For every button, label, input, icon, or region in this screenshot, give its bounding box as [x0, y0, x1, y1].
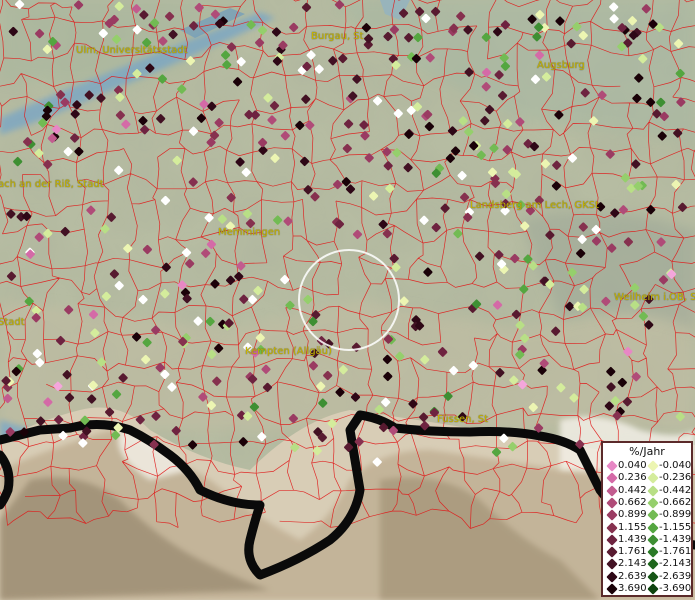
legend-value-positive: 0.442 — [618, 484, 647, 496]
legend-row: 0.442 -0.442 — [606, 484, 693, 497]
legend-swatch-positive — [606, 583, 618, 595]
legend-row: 0.236 -0.236 — [606, 472, 693, 484]
legend-value-negative: -0.040 — [659, 460, 692, 471]
legend-value-positive: 0.662 — [618, 496, 647, 508]
legend-swatch-positive — [606, 558, 618, 571]
legend-row: 2.639 -2.639 — [606, 570, 693, 583]
legend-value-positive: 2.143 — [618, 558, 647, 570]
legend-swatch-positive — [606, 472, 618, 484]
city-label: Landsberg am Lech, GKSt — [470, 200, 599, 211]
legend-value-positive: 1.761 — [618, 546, 647, 558]
legend-swatch-negative — [647, 509, 659, 521]
legend-value-negative: -1.761 — [659, 546, 692, 558]
legend-value-positive: 1.439 — [618, 533, 647, 545]
legend-swatch-negative — [647, 460, 659, 472]
legend-row: 0.899 -0.899 — [606, 509, 693, 521]
legend-value-positive: 0.899 — [618, 509, 647, 521]
legend-value-positive: 1.155 — [618, 521, 647, 533]
legend-swatch-positive — [606, 546, 618, 558]
city-label: Ulm, Universitätsstadt — [76, 45, 188, 56]
legend-value-positive: 3.690 — [618, 583, 647, 594]
legend-swatch-negative — [647, 558, 659, 571]
legend-swatch-positive — [606, 460, 618, 472]
city-label: Weilheim i.OB, St — [614, 292, 695, 303]
legend-value-positive: 0.236 — [618, 472, 647, 484]
legend-swatch-positive — [606, 509, 618, 521]
legend-swatch-negative — [647, 521, 659, 534]
legend: %/Jahr 0.040 -0.040 0.236 -0.236 0.442 -0.442… — [601, 441, 693, 597]
legend-swatch-negative — [647, 534, 659, 546]
legend-value-negative: -1.439 — [659, 533, 692, 545]
legend-swatch-negative — [647, 484, 659, 497]
legend-row: 0.040 -0.040 — [606, 460, 693, 472]
legend-swatch-negative — [647, 583, 659, 595]
legend-row: 1.155 -1.155 — [606, 521, 693, 534]
legend-row: 3.690 -3.690 — [606, 583, 693, 595]
legend-row: 0.662 -0.662 — [606, 496, 693, 509]
legend-swatch-negative — [647, 546, 659, 558]
legend-title: %/Jahr — [629, 445, 665, 458]
legend-value-positive: 0.040 — [618, 460, 647, 471]
legend-row: 2.143 -2.143 — [606, 558, 693, 571]
legend-value-negative: -3.690 — [659, 583, 692, 594]
legend-value-negative: -2.143 — [659, 558, 692, 570]
legend-row: 1.761 -1.761 — [606, 546, 693, 558]
city-label: Füssen, St — [437, 414, 489, 425]
legend-swatch-positive — [606, 497, 618, 509]
legend-row: 1.439 -1.439 — [606, 533, 693, 546]
legend-value-negative: -2.639 — [659, 570, 692, 582]
legend-swatch-positive — [606, 484, 618, 497]
legend-swatch-positive — [606, 534, 618, 546]
city-label: Stadt — [0, 317, 25, 328]
city-label: Burgau, St — [311, 31, 364, 42]
legend-value-positive: 2.639 — [618, 570, 647, 582]
legend-swatch-positive — [606, 521, 618, 534]
legend-value-negative: -0.662 — [659, 496, 692, 508]
city-label: Kempten (Allgäu) — [245, 346, 332, 357]
legend-swatch-negative — [647, 472, 659, 484]
legend-swatch-positive — [606, 571, 618, 583]
city-label: ach an der Riß, Stadt — [0, 179, 104, 190]
legend-swatch-negative — [647, 497, 659, 509]
legend-value-negative: -0.899 — [659, 509, 692, 521]
city-label: Augsburg — [537, 60, 585, 71]
legend-swatch-negative — [647, 571, 659, 583]
legend-value-negative: -1.155 — [659, 521, 692, 533]
city-label: Memmingen — [218, 227, 281, 238]
legend-value-negative: -0.236 — [659, 472, 692, 484]
legend-value-negative: -0.442 — [659, 484, 692, 496]
map-canvas[interactable] — [0, 0, 695, 600]
